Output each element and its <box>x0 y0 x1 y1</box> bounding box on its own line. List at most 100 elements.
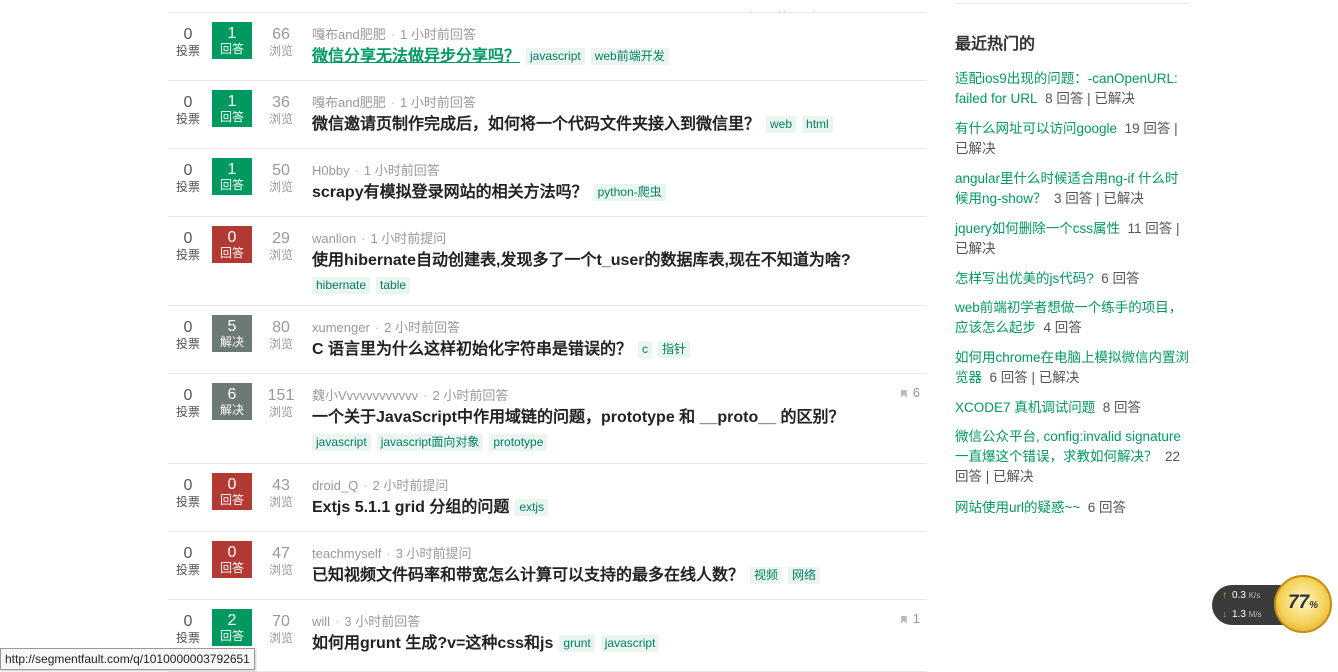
hot-question-link[interactable]: XCODE7 真机调试问题 <box>955 400 1095 415</box>
vote-count[interactable]: 0 投票 <box>168 319 208 351</box>
question-item: 0 投票 1 回答 36 浏览 嘎布and肥肥 · 1 小时前回答 微信邀请页制作完成后，如何将一… <box>168 80 926 149</box>
view-label: 浏览 <box>268 563 293 577</box>
vote-count[interactable]: 0 投票 <box>168 162 208 194</box>
hot-question-item[interactable]: 有什么网址可以访问google 19 回答 | 已解决 <box>955 119 1190 159</box>
question-meta: droid_Q · 2 小时前提问 <box>312 475 448 494</box>
bookmark-count[interactable]: 6 <box>900 385 920 400</box>
tag-chip[interactable]: table <box>376 277 411 295</box>
question-time[interactable]: 3 小时前提问 <box>396 546 472 561</box>
tag-chip[interactable]: 网络 <box>788 567 821 585</box>
author-link[interactable]: xumenger <box>312 320 370 335</box>
author-link[interactable]: teachmyself <box>312 546 381 561</box>
hot-question-item[interactable]: XCODE7 真机调试问题 8 回答 <box>955 398 1190 418</box>
hot-question-info: 3 回答 | 已解决 <box>1054 191 1144 206</box>
question-title-link[interactable]: 微信分享无法做异步分享吗？ <box>312 48 520 65</box>
tag-chip[interactable]: c <box>638 341 653 359</box>
meta-separator: · <box>363 478 368 493</box>
tag-chip[interactable]: javascript面向对象 <box>376 434 484 452</box>
tag-chip[interactable]: 视频 <box>750 567 783 585</box>
vote-count[interactable]: 0 投票 <box>168 230 208 262</box>
tag-chip[interactable]: python-爬虫 <box>593 184 666 202</box>
hot-question-link[interactable]: 微信公众平台, config:invalid signature一直爆这个错误，… <box>955 429 1181 464</box>
author-link[interactable]: will <box>312 614 330 629</box>
tag-chip[interactable]: javascript <box>600 635 660 653</box>
gauge-percent: 77 <box>1287 592 1310 613</box>
question-time[interactable]: 2 小时前回答 <box>433 388 509 403</box>
tag-chip[interactable]: web前端开发 <box>590 48 669 66</box>
vote-label: 投票 <box>175 337 200 351</box>
hot-question-item[interactable]: 如何用chrome在电脑上模拟微信内置浏览器 6 回答 | 已解决 <box>955 348 1190 388</box>
vote-label: 投票 <box>175 180 200 194</box>
vote-count[interactable]: 0 投票 <box>168 94 208 126</box>
bookmark-icon <box>900 389 907 398</box>
view-label: 浏览 <box>268 405 293 419</box>
hot-question-info: 6 回答 | 已解决 <box>989 370 1080 385</box>
view-number: 29 <box>272 230 290 247</box>
hot-question-item[interactable]: 微信公众平台, config:invalid signature一直爆这个错误，… <box>955 427 1190 487</box>
tag-list: hibernate table <box>312 277 411 295</box>
question-time[interactable]: 2 小时前回答 <box>384 320 460 335</box>
question-title-link[interactable]: scrapy有模拟登录网站的相关方法吗？ <box>312 184 588 201</box>
hot-question-item[interactable]: jquery如何删除一个css属性 11 回答 | 已解决 <box>955 219 1190 259</box>
answer-label: 解决 <box>219 335 244 349</box>
vote-count[interactable]: 0 投票 <box>168 477 208 509</box>
tag-chip[interactable]: 指针 <box>658 341 691 359</box>
tag-chip[interactable]: javascript <box>526 48 585 66</box>
question-time[interactable]: 3 小时前回答 <box>344 614 420 629</box>
tag-chip[interactable]: web <box>766 116 797 134</box>
view-label: 浏览 <box>268 248 293 262</box>
vote-number: 0 <box>183 613 193 630</box>
hot-question-item[interactable]: 网站使用url的疑惑~~ 6 回答 <box>955 498 1190 518</box>
memory-gauge[interactable]: 77% <box>1274 575 1332 633</box>
hot-question-link[interactable]: 有什么网址可以访问google <box>955 121 1117 136</box>
vote-count[interactable]: 0 投票 <box>168 545 208 577</box>
network-speed-widget[interactable]: ↑ 0.3 K/s ↓ 1.3 M/s 77% <box>1212 575 1332 633</box>
author-link[interactable]: droid_Q <box>312 478 358 493</box>
view-label: 浏览 <box>268 180 293 194</box>
author-link[interactable]: 嘎布and肥肥 <box>312 27 386 42</box>
question-title-link[interactable]: 微信邀请页制作完成后，如何将一个代码文件夹接入到微信里？ <box>312 116 760 133</box>
tag-chip[interactable]: javascript <box>312 434 371 452</box>
hot-question-item[interactable]: 怎样写出优美的js代码? 6 回答 <box>955 269 1190 289</box>
question-title-link[interactable]: 已知视频文件码率和带宽怎么计算可以支持的最多在线人数？ <box>312 567 744 584</box>
tag-chip[interactable]: hibernate <box>312 277 371 295</box>
author-link[interactable]: H0bby <box>312 163 350 178</box>
tag-chip[interactable]: prototype <box>489 434 548 452</box>
question-title-link[interactable]: 如何用grunt 生成?v=这种css和js <box>312 635 553 652</box>
author-link[interactable]: 嘎布and肥肥 <box>312 95 386 110</box>
question-time[interactable]: 1 小时前回答 <box>400 95 476 110</box>
answer-count-badge: 0 回答 <box>212 226 252 263</box>
question-time[interactable]: 1 小时前回答 <box>400 27 476 42</box>
bookmark-number: 6 <box>912 385 920 400</box>
author-link[interactable]: 魏小Vvvvvvvvvvvv <box>312 388 418 403</box>
question-title-link[interactable]: Extjs 5.1.1 grid 分组的问题 <box>312 499 509 516</box>
answer-label: 回答 <box>219 110 244 124</box>
vote-count[interactable]: 0 投票 <box>168 26 208 58</box>
hot-question-link[interactable]: 网站使用url的疑惑~~ <box>955 500 1080 515</box>
answer-number: 1 <box>227 25 237 42</box>
bookmark-count[interactable]: 1 <box>900 611 920 626</box>
tag-chip[interactable]: grunt <box>559 635 595 653</box>
hot-question-link[interactable]: jquery如何删除一个css属性 <box>955 221 1120 236</box>
question-title-link[interactable]: 一个关于JavaScript中作用域链的问题，prototype 和 __pro… <box>312 409 845 426</box>
download-value: 1.3 <box>1232 609 1246 620</box>
hot-question-link[interactable]: 怎样写出优美的js代码? <box>955 271 1094 286</box>
question-time[interactable]: 1 小时前回答 <box>364 163 440 178</box>
question-time[interactable]: 1 小时前提问 <box>370 231 446 246</box>
meta-separator: · <box>335 614 340 629</box>
hot-question-item[interactable]: 适配ios9出现的问题：-canOpenURL: failed for URL … <box>955 69 1190 109</box>
vote-count[interactable]: 0 投票 <box>168 387 208 419</box>
tag-chip[interactable]: html <box>802 116 833 134</box>
question-title-link[interactable]: 使用hibernate自动创建表,发现多了一个t_user的数据库表,现在不知道… <box>312 252 851 269</box>
question-time[interactable]: 2 小时前提问 <box>373 478 449 493</box>
question-meta: 嘎布and肥肥 · 1 小时前回答 <box>312 92 476 111</box>
meta-separator: · <box>386 546 391 561</box>
answer-number: 0 <box>227 544 237 561</box>
author-link[interactable]: wanlion <box>312 231 356 246</box>
answer-count-badge: 1 回答 <box>212 90 252 127</box>
tag-chip[interactable]: extjs <box>515 499 549 517</box>
vote-count[interactable]: 0 投票 <box>168 613 208 645</box>
hot-question-item[interactable]: web前端初学者想做一个练手的项目，应该怎么起步 4 回答 <box>955 298 1190 338</box>
question-title-link[interactable]: C 语言里为什么这样初始化字符串是错误的？ <box>312 341 632 358</box>
hot-question-item[interactable]: angular里什么时候适合用ng-if 什么时候用ng-show？ 3 回答 … <box>955 169 1190 209</box>
